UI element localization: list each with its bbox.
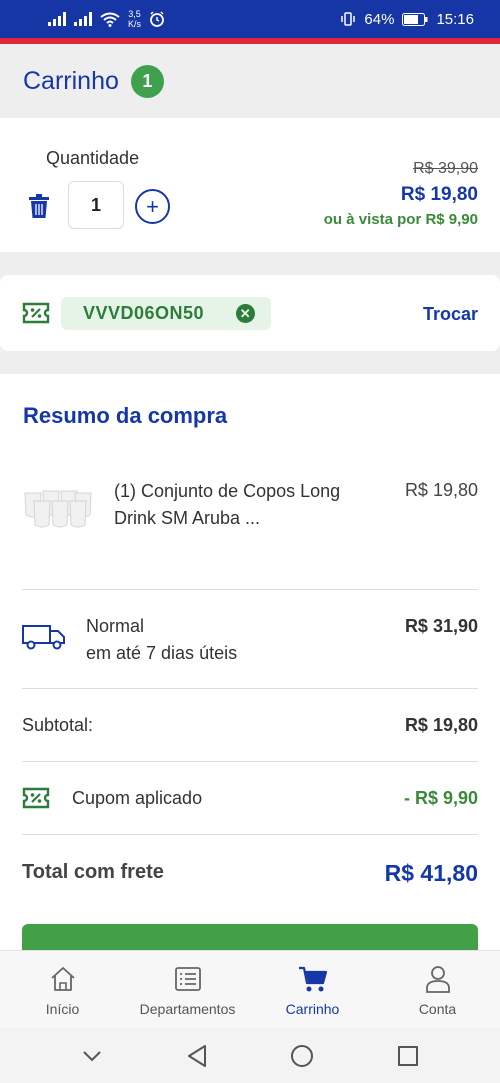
- coupon-discount-value: - R$ 9,90: [403, 788, 478, 808]
- purchase-summary: Resumo da compra (1) Conjunto de Copos L…: [0, 374, 500, 964]
- product-image: [24, 490, 92, 528]
- cart-icon: [298, 966, 327, 992]
- battery-icon: [402, 12, 428, 26]
- subtotal-value: R$ 19,80: [404, 715, 478, 735]
- shipping-time: em até 7 dias úteis: [86, 643, 238, 663]
- truck-icon: [22, 625, 65, 650]
- nav-item-departments[interactable]: Departamentos: [125, 951, 250, 1028]
- nav-item-home[interactable]: Início: [0, 951, 125, 1028]
- wifi-icon: [100, 12, 120, 27]
- quantity-field[interactable]: 1: [68, 181, 124, 229]
- page-title: Carrinho: [23, 66, 119, 95]
- signal-icon: [48, 12, 66, 26]
- divider: [22, 761, 478, 762]
- page-header: Carrinho 1: [0, 44, 500, 118]
- subtotal-label: Subtotal:: [22, 715, 94, 735]
- total-label: Total com frete: [22, 861, 164, 883]
- coupon-icon: [22, 787, 50, 809]
- home-circle-icon[interactable]: [290, 1044, 314, 1068]
- coupon-chip: VVVD06ON50 ✕: [61, 297, 271, 330]
- coupon-icon: [22, 302, 50, 324]
- recents-icon[interactable]: [397, 1045, 419, 1067]
- increase-quantity-button[interactable]: +: [135, 189, 170, 224]
- network-speed: 3,5 K/s: [128, 9, 142, 29]
- vibrate-icon: [341, 12, 356, 26]
- nav-item-account[interactable]: Conta: [375, 951, 500, 1028]
- divider: [22, 834, 478, 835]
- clock: 15:16: [436, 10, 474, 28]
- quantity-label: Quantidade: [46, 148, 140, 168]
- nav-label: Início: [45, 1001, 80, 1017]
- signal-icon: [74, 12, 92, 26]
- old-price: R$ 39,90: [413, 160, 478, 177]
- user-icon: [425, 966, 450, 993]
- coupon-applied-label: Cupom aplicado: [72, 788, 203, 808]
- system-navigation: [0, 1028, 500, 1083]
- nav-item-cart[interactable]: Carrinho: [250, 951, 375, 1028]
- nav-label: Conta: [418, 1001, 457, 1017]
- item-price: R$ 19,80: [400, 184, 478, 205]
- cart-item-card: Quantidade 1 + R$ 39,90 R$ 19,80 ou à vi…: [0, 118, 500, 252]
- shipping-price: R$ 31,90: [404, 616, 478, 636]
- divider: [22, 589, 478, 590]
- coupon-code: VVVD06ON50: [83, 303, 205, 323]
- nav-label: Departamentos: [139, 1001, 236, 1017]
- shipping-method: Normal: [86, 616, 145, 636]
- battery-percent: 64%: [364, 10, 395, 28]
- bottom-navigation: Início Departamentos Carrinho Conta: [0, 950, 500, 1028]
- chevron-down-icon[interactable]: [81, 1049, 103, 1063]
- product-name[interactable]: (1) Conjunto de Copos Long Drink SM Arub…: [114, 478, 354, 532]
- coupon-card: VVVD06ON50 ✕ Trocar: [0, 275, 500, 351]
- plus-icon: +: [146, 193, 159, 219]
- product-price: R$ 19,80: [404, 480, 478, 500]
- divider: [22, 688, 478, 689]
- alarm-icon: [150, 11, 164, 27]
- nav-label: Carrinho: [285, 1001, 340, 1017]
- status-bar: 3,5 K/s 64% 15:16: [0, 0, 500, 38]
- home-icon: [50, 967, 75, 991]
- trash-icon[interactable]: [28, 194, 50, 218]
- cart-count-badge: 1: [130, 64, 164, 98]
- list-icon: [174, 967, 201, 991]
- total-value: R$ 41,80: [384, 860, 478, 886]
- change-coupon-button[interactable]: Trocar: [423, 304, 478, 325]
- back-icon[interactable]: [186, 1044, 208, 1068]
- summary-title: Resumo da compra: [23, 403, 228, 428]
- cash-price: ou à vista por R$ 9,90: [323, 211, 478, 228]
- remove-coupon-icon[interactable]: ✕: [236, 304, 255, 323]
